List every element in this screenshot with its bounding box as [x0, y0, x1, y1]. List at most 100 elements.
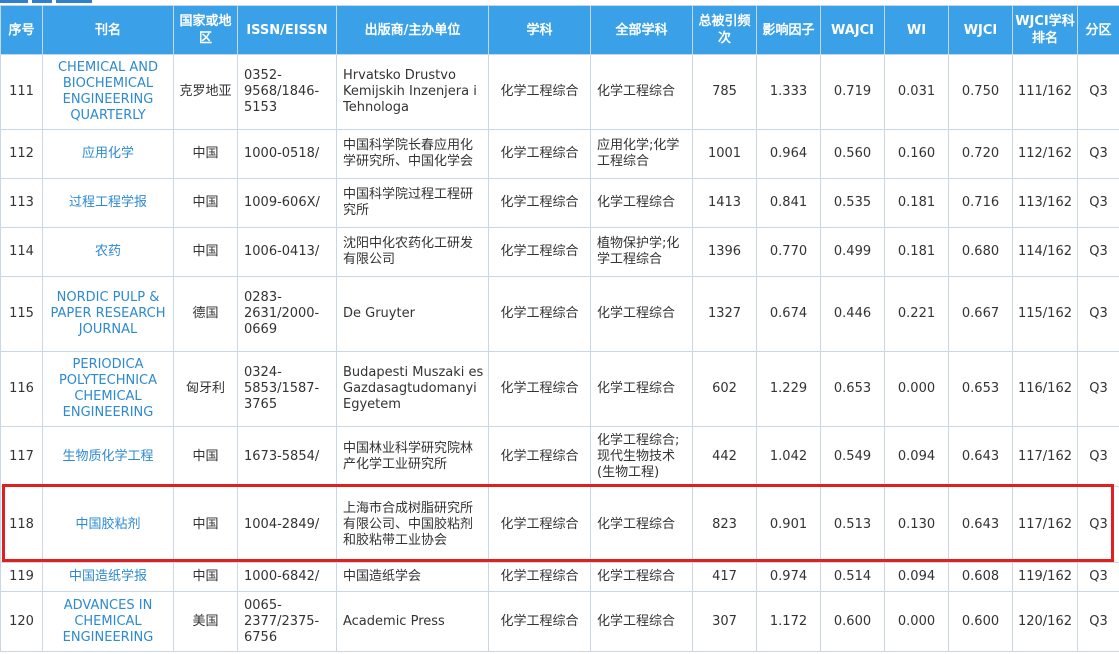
table-row: 112 应用化学 中国 1000-0518/ 中国科学院长春应用化学研究所、中国…: [0, 129, 1119, 179]
header-publisher[interactable]: 出版商/主办单位: [336, 5, 489, 55]
cell-wi: 0.000: [884, 591, 949, 652]
journal-title-link[interactable]: NORDIC PULP & PAPER RESEARCH JOURNAL: [42, 276, 174, 352]
header-country[interactable]: 国家或地区: [173, 5, 238, 55]
cell-publisher: 中国科学院过程工程研究所: [336, 178, 489, 228]
cell-issn: 1000-0518/: [237, 129, 337, 179]
cell-wjci: 0.667: [948, 276, 1013, 352]
journal-title-link[interactable]: 应用化学: [42, 129, 174, 179]
cell-impact-factor: 0.974: [756, 562, 821, 592]
cell-wjci: 0.720: [948, 129, 1013, 179]
header-subject[interactable]: 学科: [488, 5, 591, 55]
cell-issn: 0065-2377/2375-6756: [237, 591, 337, 652]
cell-issn: 1006-0413/: [237, 227, 337, 277]
journal-title-link[interactable]: 农药: [42, 227, 174, 277]
cell-subject: 化学工程综合: [488, 562, 591, 592]
table-row: 111 CHEMICAL AND BIOCHEMICAL ENGINEERING…: [0, 54, 1119, 130]
cell-impact-factor: 1.042: [756, 426, 821, 487]
header-wi[interactable]: WI: [884, 5, 949, 55]
journal-title-link[interactable]: ADVANCES IN CHEMICAL ENGINEERING: [42, 591, 174, 652]
header-all-subjects[interactable]: 全部学科: [590, 5, 693, 55]
cell-wajci: 0.513: [820, 486, 885, 563]
cell-wjci: 0.750: [948, 54, 1013, 130]
cell-rank: 114/162: [1012, 227, 1078, 277]
cell-all-subjects: 化学工程综合;现代生物技术(生物工程): [590, 426, 693, 487]
cell-rank: 111/162: [1012, 54, 1078, 130]
header-title[interactable]: 刊名: [42, 5, 174, 55]
cell-wi: 0.094: [884, 426, 949, 487]
journal-table: 序号 刊名 国家或地区 ISSN/EISSN 出版商/主办单位 学科 全部学科 …: [0, 5, 1119, 652]
cell-impact-factor: 0.901: [756, 486, 821, 563]
header-wjci[interactable]: WJCI: [948, 5, 1013, 55]
cell-no: 111: [0, 54, 43, 130]
cell-citations: 417: [692, 562, 757, 592]
cell-citations: 1327: [692, 276, 757, 352]
cell-rank: 120/162: [1012, 591, 1078, 652]
table-row: 114 农药 中国 1006-0413/ 沈阳中化农药化工研发有限公司 化学工程…: [0, 227, 1119, 277]
cell-publisher: Budapesti Muszaki es Gazdasagtudomanyi E…: [336, 351, 489, 427]
cell-rank: 117/162: [1012, 426, 1078, 487]
journal-title-link[interactable]: 过程工程学报: [42, 178, 174, 228]
cell-quartile: Q3: [1077, 591, 1119, 652]
cell-wajci: 0.653: [820, 351, 885, 427]
cell-quartile: Q3: [1077, 227, 1119, 277]
journal-title-link[interactable]: 中国造纸学报: [42, 562, 174, 592]
cell-wajci: 0.514: [820, 562, 885, 592]
cell-rank: 119/162: [1012, 562, 1078, 592]
table-row: 120 ADVANCES IN CHEMICAL ENGINEERING 美国 …: [0, 591, 1119, 652]
cell-no: 113: [0, 178, 43, 228]
table-row: 113 过程工程学报 中国 1009-606X/ 中国科学院过程工程研究所 化学…: [0, 178, 1119, 228]
cell-quartile: Q3: [1077, 178, 1119, 228]
table-row: 117 生物质化学工程 中国 1673-5854/ 中国林业科学研究院林产化学工…: [0, 426, 1119, 487]
cell-publisher: 中国科学院长春应用化学研究所、中国化学会: [336, 129, 489, 179]
cell-quartile: Q3: [1077, 351, 1119, 427]
header-no[interactable]: 序号: [0, 5, 43, 55]
cell-country: 匈牙利: [173, 351, 238, 427]
header-citations[interactable]: 总被引频次: [692, 5, 757, 55]
cell-rank: 116/162: [1012, 351, 1078, 427]
cell-impact-factor: 0.674: [756, 276, 821, 352]
cell-wi: 0.094: [884, 562, 949, 592]
cell-wjci: 0.653: [948, 351, 1013, 427]
cell-wjci: 0.600: [948, 591, 1013, 652]
journal-title-link[interactable]: 中国胶粘剂: [42, 486, 174, 563]
cell-country: 中国: [173, 178, 238, 228]
cell-wi: 0.221: [884, 276, 949, 352]
cell-wjci: 0.643: [948, 426, 1013, 487]
cell-wjci: 0.608: [948, 562, 1013, 592]
cell-all-subjects: 化学工程综合: [590, 562, 693, 592]
table-row-selected: 118 中国胶粘剂 中国 1004-2849/ 上海市合成树脂研究所有限公司、中…: [0, 486, 1119, 563]
cell-all-subjects: 应用化学;化学工程综合: [590, 129, 693, 179]
cell-publisher: 沈阳中化农药化工研发有限公司: [336, 227, 489, 277]
cell-impact-factor: 1.229: [756, 351, 821, 427]
cell-wjci: 0.680: [948, 227, 1013, 277]
header-wajci[interactable]: WAJCI: [820, 5, 885, 55]
cell-impact-factor: 1.172: [756, 591, 821, 652]
cell-country: 中国: [173, 426, 238, 487]
cell-wi: 0.181: [884, 178, 949, 228]
cell-rank: 117/162: [1012, 486, 1078, 563]
cell-subject: 化学工程综合: [488, 591, 591, 652]
cell-no: 120: [0, 591, 43, 652]
cell-all-subjects: 化学工程综合: [590, 54, 693, 130]
cell-wi: 0.160: [884, 129, 949, 179]
header-issn[interactable]: ISSN/EISSN: [237, 5, 337, 55]
header-wjci-rank[interactable]: WJCI学科排名: [1012, 5, 1078, 55]
cell-subject: 化学工程综合: [488, 129, 591, 179]
cell-quartile: Q3: [1077, 486, 1119, 563]
table-header-row: 序号 刊名 国家或地区 ISSN/EISSN 出版商/主办单位 学科 全部学科 …: [0, 5, 1119, 55]
cell-publisher: 上海市合成树脂研究所有限公司、中国胶粘剂和胶粘带工业协会: [336, 486, 489, 563]
cell-publisher: 中国林业科学研究院林产化学工业研究所: [336, 426, 489, 487]
header-quartile[interactable]: 分区: [1077, 5, 1119, 55]
header-impact-factor[interactable]: 影响因子: [756, 5, 821, 55]
cell-subject: 化学工程综合: [488, 486, 591, 563]
cell-citations: 785: [692, 54, 757, 130]
journal-title-link[interactable]: CHEMICAL AND BIOCHEMICAL ENGINEERING QUA…: [42, 54, 174, 130]
cell-subject: 化学工程综合: [488, 178, 591, 228]
journal-title-link[interactable]: PERIODICA POLYTECHNICA CHEMICAL ENGINEER…: [42, 351, 174, 427]
cell-rank: 115/162: [1012, 276, 1078, 352]
cell-all-subjects: 化学工程综合: [590, 178, 693, 228]
cell-citations: 1001: [692, 129, 757, 179]
cell-country: 中国: [173, 129, 238, 179]
journal-title-link[interactable]: 生物质化学工程: [42, 426, 174, 487]
cell-issn: 0352-9568/1846-5153: [237, 54, 337, 130]
